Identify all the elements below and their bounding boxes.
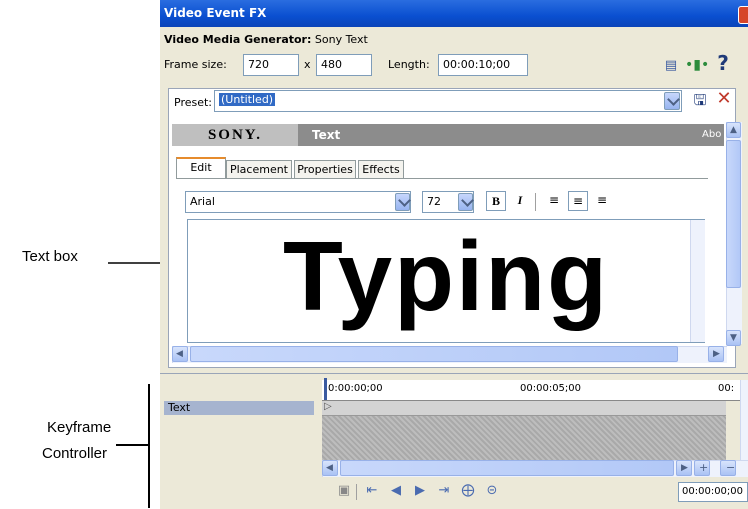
tab-edit[interactable]: Edit xyxy=(176,157,226,179)
tab-divider xyxy=(176,178,708,179)
scroll-left-button[interactable]: ◀ xyxy=(172,346,188,362)
tab-properties[interactable]: Properties xyxy=(294,160,356,179)
keyframe-scroll-right-button[interactable]: ▶ xyxy=(676,460,692,476)
keyframe-scroll-thumb[interactable] xyxy=(340,460,674,476)
window-title: Video Event FX xyxy=(164,6,267,20)
horizontal-scroll-thumb[interactable] xyxy=(190,346,678,362)
timeline-tick-0: 0:00:00;00 xyxy=(328,383,383,394)
kf-toolbar-separator xyxy=(356,484,357,500)
keyframe-scroll-left-button[interactable]: ◀ xyxy=(322,460,338,476)
last-keyframe-icon[interactable]: ⇥ xyxy=(436,483,452,499)
keyframe-leader-line xyxy=(116,444,148,446)
scroll-down-button[interactable]: ▼ xyxy=(726,330,741,346)
text-box-scrollbar[interactable] xyxy=(690,220,705,342)
preset-value: (Untitled) xyxy=(219,93,276,106)
keyframe-vertical-scrollbar[interactable] xyxy=(740,380,748,460)
align-left-icon[interactable]: ≡ xyxy=(544,191,564,211)
generator-value: Sony Text xyxy=(314,33,368,46)
text-box-content: Typing xyxy=(283,221,609,331)
length-field[interactable]: 00:00:10;00 xyxy=(438,54,528,76)
timeline-cursor[interactable] xyxy=(324,378,327,400)
media-icon-button[interactable]: ▤ xyxy=(662,56,680,74)
help-icon-button[interactable]: ? xyxy=(713,53,733,75)
text-box-annotation: Text box xyxy=(22,248,78,265)
prev-keyframe-icon[interactable]: ◀ xyxy=(388,483,404,499)
title-bar: Video Event FX xyxy=(160,0,748,27)
keyframe-lane[interactable] xyxy=(322,401,726,416)
zoom-in-button[interactable]: + xyxy=(694,460,710,476)
keyframe-annotation-line2: Controller xyxy=(42,445,108,462)
generator-row: Video Media Generator: Sony Text xyxy=(164,33,368,47)
plugin-name: Text xyxy=(312,128,341,142)
chevron-down-icon xyxy=(398,194,411,207)
font-family-dropdown-button[interactable] xyxy=(395,193,411,211)
video-event-fx-window: Video Event FX Video Media Generator: So… xyxy=(160,0,748,509)
preset-label: Preset: xyxy=(174,96,213,109)
text-box[interactable]: Typing xyxy=(187,219,705,343)
keyframe-track-list xyxy=(160,376,320,509)
preset-dropdown-button[interactable] xyxy=(664,92,680,110)
italic-button[interactable]: I xyxy=(510,191,530,211)
plugin-about-link[interactable]: Abo xyxy=(702,129,721,140)
toolbar-separator xyxy=(535,193,536,211)
delete-keyframe-icon[interactable]: ⊝ xyxy=(484,483,500,499)
generator-label: Video Media Generator: xyxy=(164,33,312,46)
add-keyframe-icon[interactable]: ⨁ xyxy=(460,483,476,499)
bold-button[interactable]: B xyxy=(486,191,506,211)
keyframe-marker-icon[interactable]: ▷ xyxy=(324,401,332,412)
chevron-down-icon xyxy=(461,194,474,207)
vertical-scroll-thumb[interactable] xyxy=(726,140,741,288)
delete-preset-button[interactable]: ✕ xyxy=(714,89,734,111)
frame-x-label: x xyxy=(304,58,311,71)
chevron-down-icon xyxy=(667,93,680,106)
align-center-icon[interactable]: ≡ xyxy=(568,191,588,211)
keyframe-empty-area xyxy=(322,416,726,460)
length-label: Length: xyxy=(388,58,430,71)
lock-icon[interactable]: ▣ xyxy=(336,483,352,499)
timeline-tick-1: 00:00:05;00 xyxy=(520,383,582,394)
save-preset-button[interactable]: 🖫 xyxy=(690,90,710,112)
frame-width-field[interactable]: 720 xyxy=(243,54,299,76)
keyframe-separator xyxy=(160,373,748,374)
sony-logo: SONY. xyxy=(172,124,298,146)
frame-height-field[interactable]: 480 xyxy=(316,54,372,76)
keyframe-annotation-line1: Keyframe xyxy=(47,419,112,436)
timeline-tick-2: 00: xyxy=(718,383,735,394)
frame-size-label: Frame size: xyxy=(164,58,227,71)
align-right-icon[interactable]: ≡ xyxy=(592,191,612,211)
keyframe-bracket xyxy=(148,384,150,508)
scroll-right-button[interactable]: ▶ xyxy=(708,346,724,362)
font-size-dropdown-button[interactable] xyxy=(458,193,474,211)
preset-dropdown[interactable]: (Untitled) xyxy=(214,90,682,112)
first-keyframe-icon[interactable]: ⇤ xyxy=(364,483,380,499)
time-display-field[interactable]: 00:00:00;00 xyxy=(678,482,748,502)
track-label-text[interactable]: Text xyxy=(164,401,314,415)
tab-placement[interactable]: Placement xyxy=(226,160,292,179)
split-icon-button[interactable]: •▮• xyxy=(685,55,709,75)
font-family-dropdown[interactable]: Arial xyxy=(185,191,411,213)
close-button[interactable] xyxy=(738,6,748,24)
next-keyframe-icon[interactable]: ▶ xyxy=(412,483,428,499)
scroll-up-button[interactable]: ▲ xyxy=(726,122,741,138)
tab-effects[interactable]: Effects xyxy=(358,160,404,179)
zoom-out-button[interactable]: − xyxy=(720,460,736,476)
